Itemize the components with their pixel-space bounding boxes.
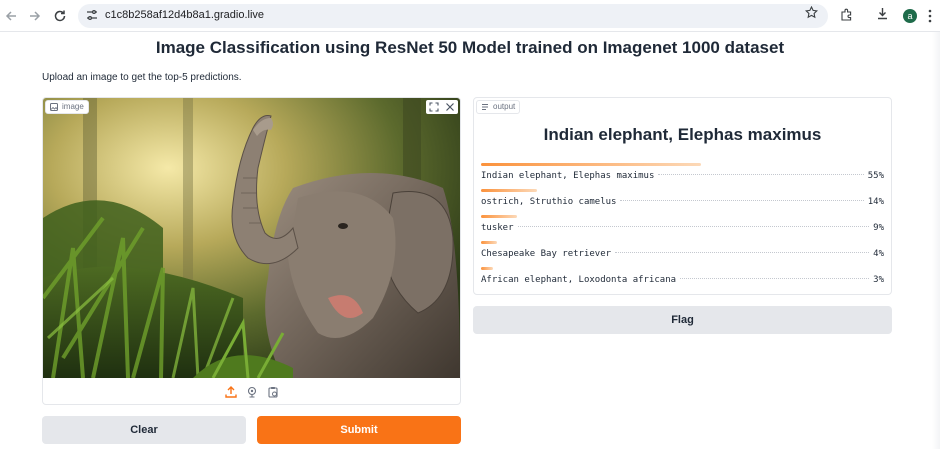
image-input-panel: image bbox=[42, 97, 461, 405]
bookmark-star-icon[interactable] bbox=[805, 6, 818, 19]
output-label-icon bbox=[482, 104, 488, 110]
confidence-bar bbox=[481, 241, 497, 244]
clipboard-icon[interactable] bbox=[267, 386, 279, 398]
address-bar[interactable]: c1c8b258af12d4b8a1.gradio.live bbox=[78, 4, 828, 28]
output-panel: output Indian elephant, Elephas maximus … bbox=[473, 97, 892, 295]
top-prediction: Indian elephant, Elephas maximus bbox=[543, 125, 822, 144]
uploaded-image[interactable] bbox=[43, 98, 460, 378]
submit-button[interactable]: Submit bbox=[257, 416, 461, 444]
confidence-label: African elephant, Loxodonta africana bbox=[481, 275, 677, 285]
browser-menu-icon[interactable] bbox=[927, 8, 933, 24]
confidence-row[interactable]: tusker 9% bbox=[481, 215, 884, 237]
confidence-label: Chesapeake Bay retriever bbox=[481, 249, 612, 259]
image-label-text: image bbox=[62, 102, 84, 111]
flag-button[interactable]: Flag bbox=[473, 306, 892, 334]
confidence-label: tusker bbox=[481, 223, 514, 233]
browser-toolbar: c1c8b258af12d4b8a1.gradio.live a bbox=[0, 0, 940, 32]
image-toolbar bbox=[426, 100, 458, 114]
confidence-percent: 3% bbox=[873, 275, 884, 285]
url-text: c1c8b258af12d4b8a1.gradio.live bbox=[105, 9, 265, 21]
confidence-row[interactable]: Indian elephant, Elephas maximus 55% bbox=[481, 163, 884, 185]
forward-button[interactable] bbox=[25, 6, 45, 26]
image-input-label: image bbox=[45, 100, 89, 114]
confidence-bar bbox=[481, 215, 517, 218]
upload-icon[interactable] bbox=[224, 386, 237, 398]
leader-dots bbox=[620, 200, 864, 201]
image-label-icon bbox=[50, 103, 58, 111]
fullscreen-icon[interactable] bbox=[429, 102, 439, 112]
leader-dots bbox=[680, 278, 870, 279]
download-icon[interactable] bbox=[876, 7, 889, 20]
clear-button[interactable]: Clear bbox=[42, 416, 246, 444]
elephant-photo bbox=[43, 98, 460, 378]
confidence-bar bbox=[481, 267, 493, 270]
image-source-bar bbox=[43, 379, 460, 404]
leader-dots bbox=[658, 174, 864, 175]
confidence-row[interactable]: ostrich, Struthio camelus 14% bbox=[481, 189, 884, 211]
scrollbar-gutter bbox=[932, 32, 940, 449]
confidence-bar bbox=[481, 189, 537, 192]
reload-icon bbox=[54, 10, 66, 22]
extensions-icon[interactable] bbox=[840, 8, 853, 21]
confidence-percent: 4% bbox=[873, 249, 884, 259]
confidence-percent: 55% bbox=[867, 171, 884, 181]
confidence-row[interactable]: Chesapeake Bay retriever 4% bbox=[481, 241, 884, 263]
webcam-icon[interactable] bbox=[246, 386, 258, 398]
confidence-label: Indian elephant, Elephas maximus bbox=[481, 171, 655, 181]
page-description: Upload an image to get the top-5 predict… bbox=[42, 72, 242, 83]
site-info-icon[interactable] bbox=[86, 9, 98, 21]
page-title: Image Classification using ResNet 50 Mod… bbox=[155, 38, 785, 57]
confidence-percent: 9% bbox=[873, 223, 884, 233]
confidence-label: ostrich, Struthio camelus bbox=[481, 197, 617, 207]
output-label-text: output bbox=[493, 102, 516, 111]
confidence-percent: 14% bbox=[867, 197, 884, 207]
close-icon[interactable] bbox=[445, 102, 455, 112]
leader-dots bbox=[615, 252, 870, 253]
forward-arrow-icon bbox=[30, 11, 41, 21]
output-label: output bbox=[476, 100, 521, 114]
back-arrow-icon bbox=[5, 11, 16, 21]
profile-avatar[interactable]: a bbox=[903, 9, 917, 23]
confidence-row[interactable]: African elephant, Loxodonta africana 3% bbox=[481, 267, 884, 289]
back-button[interactable] bbox=[1, 6, 21, 26]
reload-button[interactable] bbox=[50, 6, 70, 26]
confidence-bar bbox=[481, 163, 701, 166]
leader-dots bbox=[517, 226, 870, 227]
